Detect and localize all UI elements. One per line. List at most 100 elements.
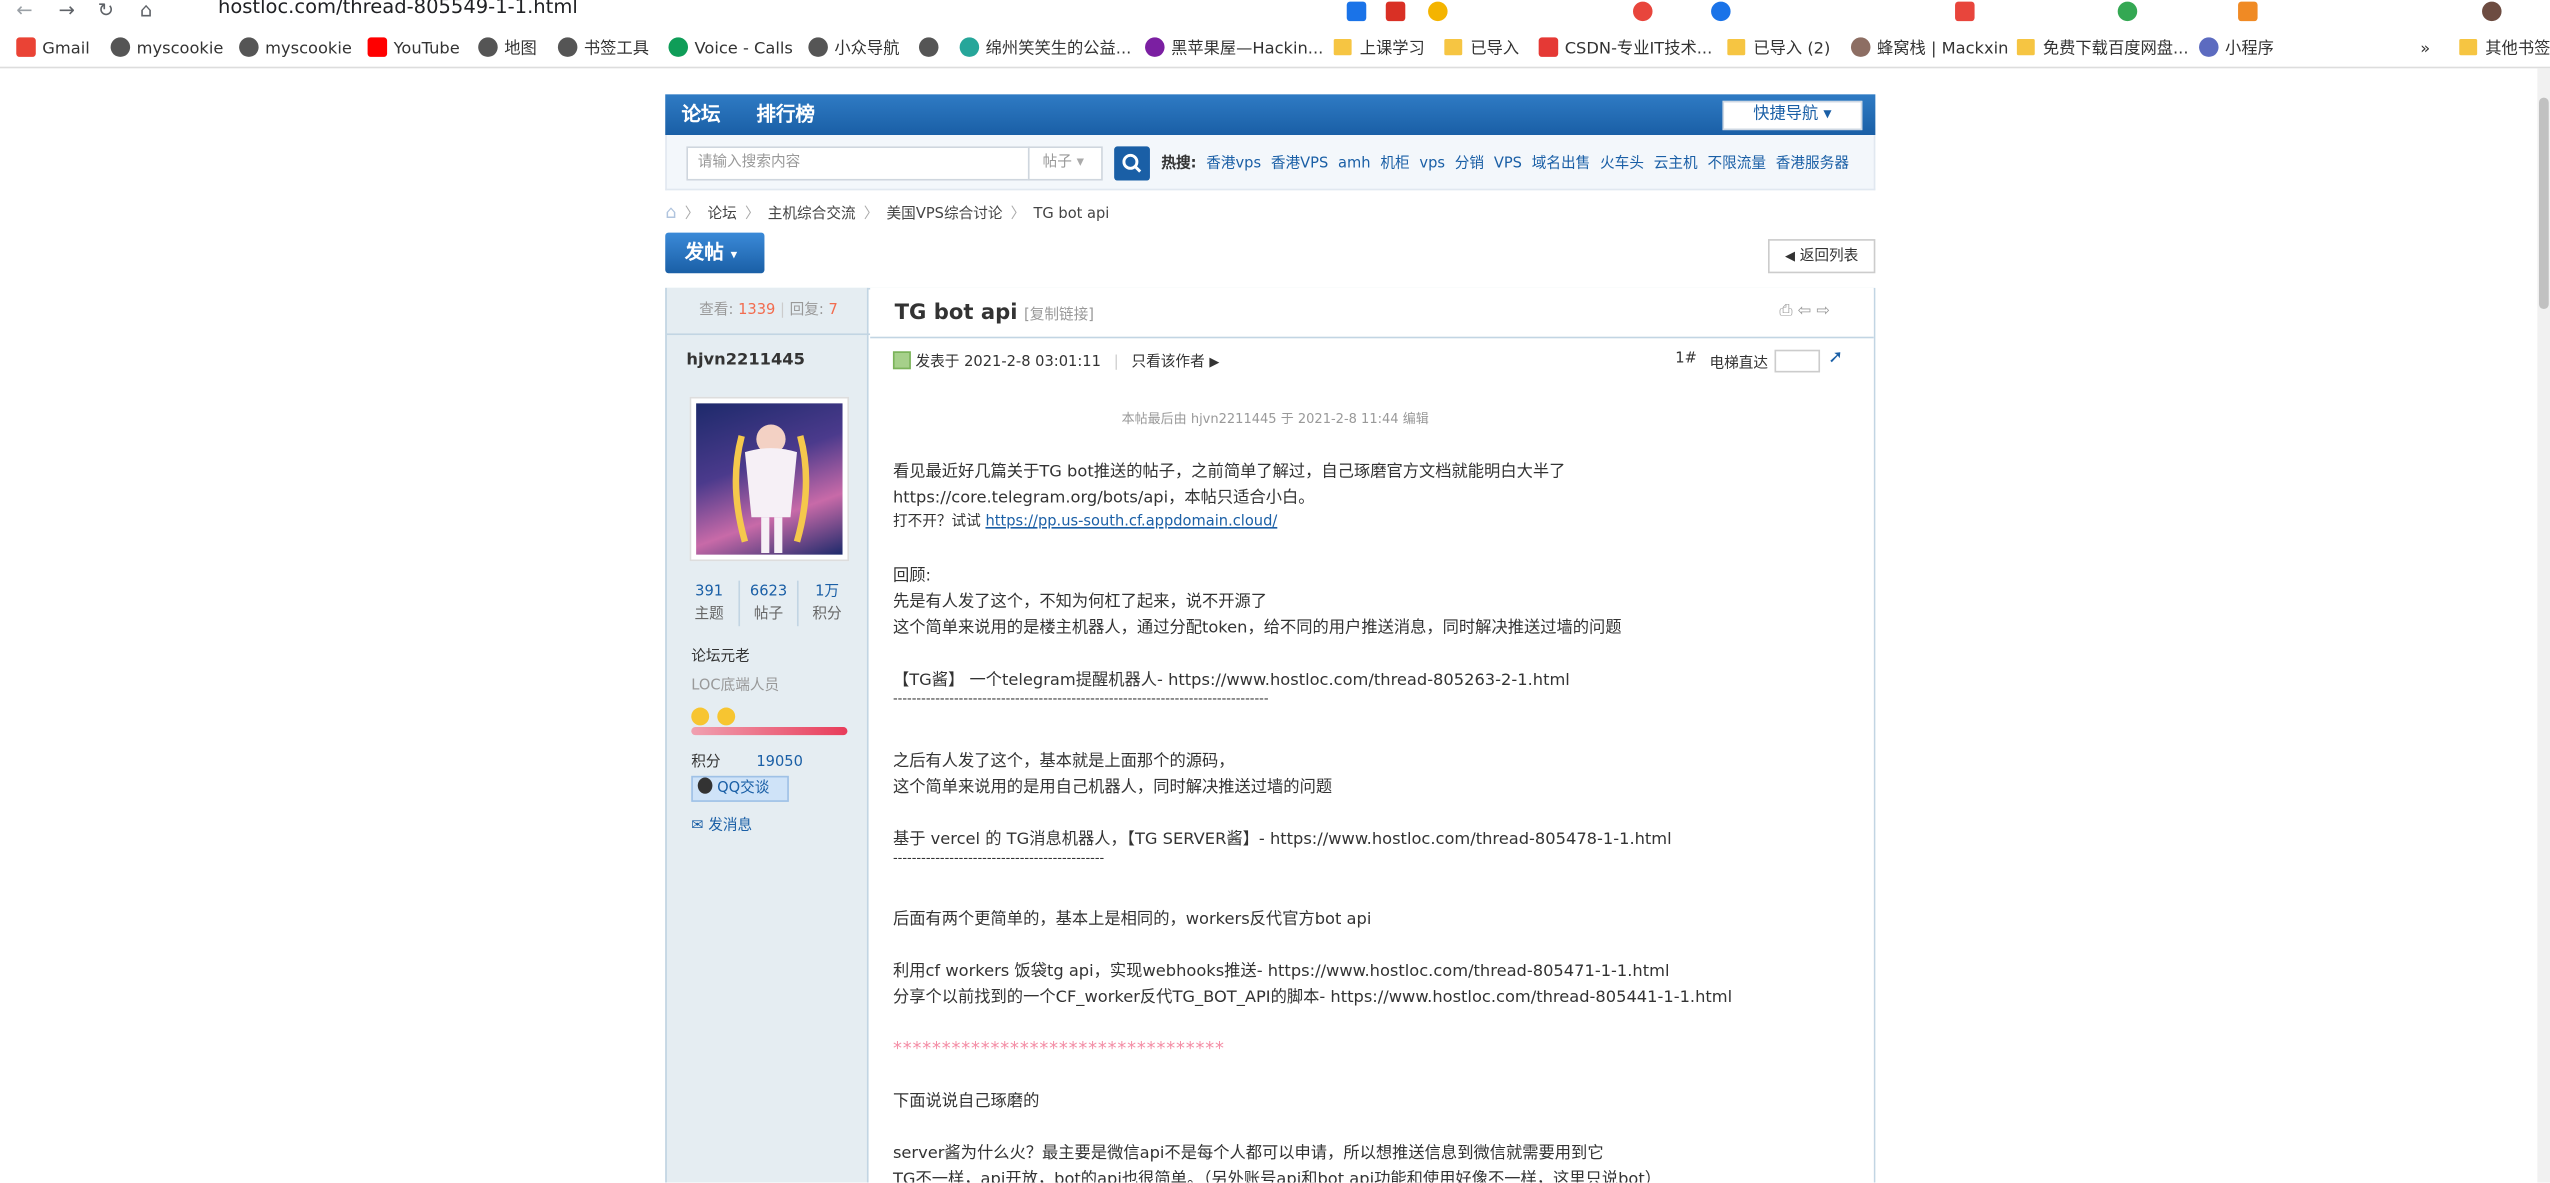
hot-term[interactable]: 云主机	[1654, 156, 1698, 172]
post-line: 看见最近好几篇关于TG bot推送的帖子，之前简单了解过，自己琢磨官方文档就能明…	[892, 463, 1566, 482]
breadcrumb-item[interactable]: TG bot api	[1033, 207, 1109, 223]
author-credits[interactable]: 1万 积分	[796, 580, 856, 627]
extension-icon[interactable]	[1633, 1, 1653, 22]
caret-down-icon: ▾	[1823, 105, 1832, 124]
author-topics[interactable]: 391 主题	[680, 581, 739, 627]
bookmarks-overflow[interactable]: »	[2420, 37, 2430, 63]
next-thread-icon[interactable]: ⇨	[1816, 303, 1830, 321]
home-icon[interactable]: ⌂	[665, 202, 676, 223]
bookmark-item[interactable]	[918, 37, 945, 63]
extension-icon[interactable]	[1955, 1, 1975, 22]
bookmark-item[interactable]: Voice - Calls	[668, 37, 793, 63]
folder-icon	[1444, 39, 1463, 56]
other-bookmarks[interactable]: 其他书签	[2459, 37, 2550, 63]
extension-icon[interactable]	[2238, 1, 2258, 22]
address-bar[interactable]: hostloc.com/thread-805549-1-1.html	[218, 0, 578, 18]
extension-icon[interactable]	[1385, 1, 1406, 22]
back-arrow-icon[interactable]: ←	[16, 0, 32, 23]
post-line: TG不一样，api开放，bot的api也很简单。（另外账号api和bot api…	[892, 1171, 1662, 1183]
folder-icon	[2016, 39, 2035, 56]
globe-icon	[918, 37, 939, 57]
new-post-button[interactable]: 发帖 ▾	[665, 232, 765, 274]
envelope-icon: ✉	[691, 818, 704, 835]
bookmark-item[interactable]: myscookie	[110, 37, 223, 63]
bookmark-item[interactable]: 书签工具	[557, 37, 649, 63]
hot-term[interactable]: 香港VPS	[1271, 156, 1328, 172]
bookmark-item[interactable]: 蜂窝栈 | Mackxin	[1850, 37, 2008, 63]
send-message-link[interactable]: ✉ 发消息	[691, 813, 752, 834]
bookmark-item[interactable]: 黑苹果屋—Hackin...	[1145, 37, 1323, 63]
forward-arrow-icon[interactable]: →	[59, 0, 75, 23]
bookmark-item[interactable]: 小程序	[2199, 37, 2274, 63]
hot-term[interactable]: 机柜	[1380, 156, 1409, 172]
hot-term[interactable]: amh	[1338, 156, 1371, 172]
post-line: https://core.telegram.org/bots/api，本帖只适合…	[892, 489, 1315, 508]
hot-term[interactable]: 火车头	[1600, 156, 1644, 172]
search-input[interactable]: 请输入搜索内容	[686, 146, 1030, 181]
extension-icon[interactable]	[1428, 1, 1448, 22]
breadcrumb-item[interactable]: 美国VPS综合讨论	[887, 207, 1003, 223]
bookmark-item[interactable]: CSDN-专业IT技术...	[1538, 37, 1712, 63]
hot-term[interactable]: vps	[1419, 156, 1445, 172]
search-bar: 请输入搜索内容 帖子 ▾ 热搜: 香港vps 香港VPS amh 机柜 vps 分销 VPS 域…	[665, 134, 1876, 191]
tab-ranking[interactable]: 排行榜	[756, 94, 815, 135]
post-separator-stars: **********************************	[892, 1037, 1225, 1059]
bookmark-folder[interactable]: 免费下载百度网盘...	[2016, 37, 2189, 63]
author-posts[interactable]: 6623 帖子	[738, 580, 797, 627]
hot-search: 热搜: 香港vps 香港VPS amh 机柜 vps 分销 VPS 域名出售 火车头 云主机 不限流量…	[1161, 156, 1850, 173]
bookmark-item[interactable]: myscookie	[239, 37, 352, 63]
browser-toolbar: ← → ↻ ⌂ hostloc.com/thread-805549-1-1.ht…	[0, 0, 2550, 30]
bookmark-folder[interactable]: 已导入 (2)	[1727, 37, 1830, 63]
back-to-list-button[interactable]: ◀ 返回列表	[1768, 239, 1876, 274]
hot-term[interactable]: 香港vps	[1206, 156, 1261, 172]
bookmark-gmail[interactable]: Gmail	[16, 37, 90, 63]
post-line: 这个简单来说用的是楼主机器人，通过分配token，给不同的用户推送消息，同时解决…	[892, 619, 1622, 638]
caret-down-icon: ▾	[1076, 154, 1084, 171]
scrollbar-thumb[interactable]	[2538, 97, 2549, 310]
thread-tools: ⎙ ⇦ ⇨	[1779, 303, 1830, 321]
copy-link[interactable]: [复制链接]	[1024, 307, 1094, 323]
bookmark-item[interactable]: 绵州笑笑生的公益...	[959, 37, 1131, 63]
quick-nav-button[interactable]: 快捷导航 ▾	[1722, 100, 1863, 131]
bookmark-youtube[interactable]: YouTube	[367, 37, 460, 63]
extension-icon[interactable]	[2117, 1, 2138, 22]
post-line: 打不开？试试 https://pp.us-south.cf.appdomain.…	[892, 513, 1278, 531]
floor-jump-input[interactable]	[1774, 349, 1821, 373]
csdn-icon	[1538, 37, 1559, 57]
extension-icon[interactable]	[1711, 1, 1731, 22]
gmail-icon	[16, 37, 36, 57]
search-button[interactable]	[1114, 146, 1150, 181]
mirror-link[interactable]: https://pp.us-south.cf.appdomain.cloud/	[985, 514, 1277, 530]
tab-forum[interactable]: 论坛	[682, 94, 721, 135]
hot-term[interactable]: 域名出售	[1532, 156, 1591, 172]
breadcrumb-item[interactable]: 主机综合交流	[768, 207, 856, 223]
hot-term[interactable]: 不限流量	[1707, 156, 1766, 172]
reload-icon[interactable]: ↻	[98, 0, 114, 23]
author-name[interactable]: hjvn2211445	[686, 351, 805, 369]
author-rank: LOC底端人员	[691, 678, 780, 695]
post-line: 利用cf workers 饭袋tg api，实现webhooks推送- http…	[892, 962, 1670, 981]
search-type-select[interactable]: 帖子 ▾	[1027, 146, 1103, 181]
home-icon[interactable]: ⌂	[140, 0, 152, 23]
post-divider-line: ----------------------------------------…	[892, 850, 1105, 866]
hot-term[interactable]: VPS	[1494, 156, 1522, 172]
post-meta: 发表于 2021-2-8 03:01:11 | 只看该作者 ▶	[892, 350, 1219, 371]
post-line: 下面说说自己琢磨的	[892, 1093, 1040, 1111]
hot-term[interactable]: 分销	[1455, 156, 1484, 172]
smiley-icon	[717, 707, 736, 726]
qq-chat-button[interactable]: QQ交谈	[691, 775, 789, 802]
print-icon[interactable]: ⎙	[1779, 303, 1792, 321]
jump-go-icon[interactable]: ➚	[1828, 346, 1843, 367]
breadcrumb-item[interactable]: 论坛	[708, 207, 737, 223]
prev-thread-icon[interactable]: ⇦	[1798, 303, 1812, 321]
bookmark-item[interactable]: 小众导航	[808, 37, 899, 63]
profile-avatar[interactable]	[2482, 1, 2502, 22]
hot-term[interactable]: 香港服务器	[1776, 156, 1849, 172]
floor-number[interactable]: 1#	[1675, 351, 1697, 367]
bookmark-folder[interactable]: 已导入	[1444, 37, 1519, 63]
extension-icon[interactable]	[1346, 1, 1367, 22]
bookmark-folder[interactable]: 上课学习	[1333, 37, 1425, 63]
bookmarks-bar: Gmail myscookie myscookie YouTube 地图 书签工…	[0, 32, 2550, 69]
only-author-link[interactable]: 只看该作者	[1132, 355, 1205, 371]
bookmark-item[interactable]: 地图	[478, 37, 537, 63]
